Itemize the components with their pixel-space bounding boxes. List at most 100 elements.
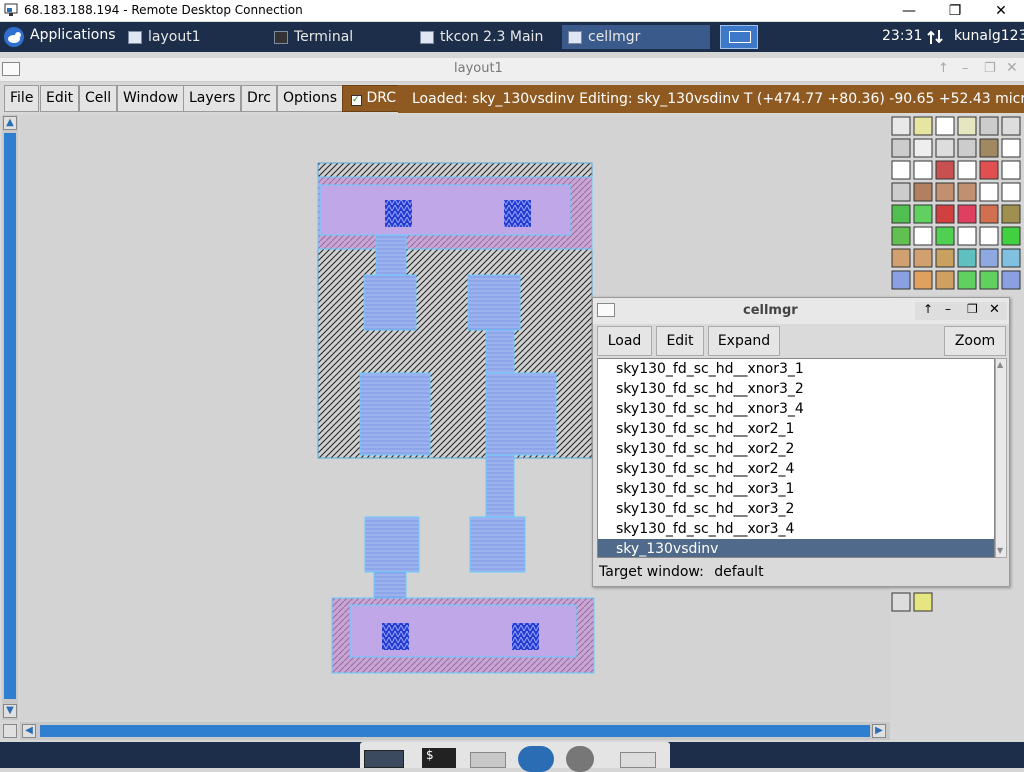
horizontal-scrollbar[interactable]: ◀ ▶ <box>20 722 890 740</box>
appfinder-launcher-icon[interactable] <box>566 746 594 772</box>
menu-options[interactable]: Options <box>277 85 344 112</box>
scroll-thumb[interactable] <box>4 133 16 699</box>
menu-edit[interactable]: Edit <box>40 85 80 112</box>
list-item[interactable]: sky130_fd_sc_hd__xnor3_2 <box>598 379 994 399</box>
window-up-icon[interactable]: ↑ <box>938 61 949 76</box>
task-layout1[interactable]: layout1 <box>122 25 262 49</box>
task-tkcon[interactable]: tkcon 2.3 Main <box>414 25 554 49</box>
user-menu[interactable]: kunalg123 <box>954 28 1024 44</box>
window-icon <box>128 31 142 44</box>
window-close-icon[interactable]: ✕ <box>1006 60 1018 76</box>
drc-label: DRC <box>366 90 397 106</box>
cellmgr-title: cellmgr <box>743 303 798 318</box>
scroll-up-arrow-icon[interactable]: ▲ <box>3 116 17 130</box>
cell-list[interactable]: sky130_fd_sc_hd__xnor3_1 sky130_fd_sc_hd… <box>597 358 995 558</box>
target-label: Target window: <box>599 564 704 580</box>
rdp-close-button[interactable]: ✕ <box>980 0 1022 22</box>
scroll-thumb[interactable] <box>40 725 870 737</box>
li-strip <box>375 234 407 276</box>
list-item[interactable]: sky130_fd_sc_hd__xor3_2 <box>598 499 994 519</box>
terminal-icon <box>274 31 288 44</box>
scroll-right-arrow-icon[interactable]: ▶ <box>872 724 886 738</box>
list-item[interactable]: sky130_fd_sc_hd__xor2_4 <box>598 459 994 479</box>
contact <box>385 200 412 227</box>
show-desktop-icon[interactable] <box>364 750 404 768</box>
workspace-icon <box>729 31 751 43</box>
window-menu-icon[interactable] <box>597 303 615 317</box>
window-controls: ↑ – ❐ ✕ <box>915 302 1007 320</box>
menu-drc[interactable]: Drc <box>241 85 277 112</box>
task-label: cellmgr <box>588 29 641 45</box>
applications-label: Applications <box>30 27 116 43</box>
window-menu-icon[interactable] <box>2 62 20 76</box>
window-close-icon[interactable]: ✕ <box>989 302 1000 317</box>
window-up-icon[interactable]: ↑ <box>923 302 933 316</box>
list-item-selected[interactable]: sky_130vsdinv <box>598 539 994 557</box>
workspace-switcher[interactable] <box>720 25 758 49</box>
terminal-launcher-icon[interactable]: $ <box>422 748 456 768</box>
window-icon <box>568 31 582 44</box>
li-block <box>364 516 420 573</box>
edit-button[interactable]: Edit <box>656 326 704 356</box>
scroll-down-arrow-icon[interactable]: ▼ <box>3 704 17 718</box>
checkbox-icon: ✓ <box>351 95 362 106</box>
menu-cell[interactable]: Cell <box>79 85 118 112</box>
contact <box>504 200 531 227</box>
zoom-button[interactable]: Zoom <box>944 326 1006 356</box>
zoom-box-icon[interactable] <box>3 724 17 738</box>
window-icon <box>420 31 434 44</box>
scroll-down-arrow-icon[interactable]: ▼ <box>997 546 1003 555</box>
list-item[interactable]: sky130_fd_sc_hd__xor2_2 <box>598 439 994 459</box>
task-cellmgr[interactable]: cellmgr <box>562 25 710 49</box>
list-item[interactable]: sky130_fd_sc_hd__xor3_1 <box>598 479 994 499</box>
rdp-icon <box>4 3 18 17</box>
expand-button[interactable]: Expand <box>708 326 780 356</box>
scroll-up-arrow-icon[interactable]: ▲ <box>997 360 1003 369</box>
window-title: layout1 <box>454 61 503 76</box>
task-label: tkcon 2.3 Main <box>440 29 544 45</box>
layout-window-titlebar: layout1 ↑ – ❐ ✕ <box>0 58 1024 82</box>
load-button[interactable]: Load <box>597 326 652 356</box>
menu-file[interactable]: File <box>4 85 40 112</box>
target-window-label: Target window: default <box>599 564 764 580</box>
rdp-maximize-button[interactable]: ❐ <box>934 0 976 22</box>
li-strip <box>485 329 515 376</box>
list-item[interactable]: sky130_fd_sc_hd__xor3_4 <box>598 519 994 539</box>
drc-toggle[interactable]: ✓ DRC <box>342 85 403 112</box>
list-item[interactable]: sky130_fd_sc_hd__xor2_1 <box>598 419 994 439</box>
rdp-title-bar: 68.183.188.194 - Remote Desktop Connecti… <box>0 0 1024 22</box>
files-launcher-icon[interactable] <box>470 752 506 768</box>
contact <box>382 623 409 650</box>
window-maximize-icon[interactable]: ❐ <box>967 302 978 316</box>
cellmgr-window: cellmgr ↑ – ❐ ✕ Load Edit Expand Zoom sk… <box>592 297 1010 587</box>
window-maximize-icon[interactable]: ❐ <box>984 61 996 76</box>
list-item[interactable]: sky130_fd_sc_hd__xnor3_4 <box>598 399 994 419</box>
menu-window[interactable]: Window <box>117 85 185 112</box>
folder-launcher-icon[interactable] <box>620 752 656 768</box>
rdp-minimize-button[interactable]: — <box>888 0 930 22</box>
task-terminal[interactable]: Terminal <box>268 25 408 49</box>
li-block <box>485 372 557 456</box>
network-icon[interactable] <box>926 29 944 45</box>
bottom-dock: $ <box>0 742 1024 772</box>
clock: 23:31 <box>882 28 923 44</box>
li-block <box>359 372 431 456</box>
status-readout: Loaded: sky_130vsdinv Editing: sky_130vs… <box>398 85 1024 113</box>
window-minimize-icon[interactable]: – <box>962 61 969 76</box>
list-item[interactable]: sky130_fd_sc_hd__xnor3_1 <box>598 359 994 379</box>
xfce-mouse-icon <box>4 27 24 47</box>
window-minimize-icon[interactable]: – <box>945 302 951 316</box>
target-value: default <box>714 564 764 580</box>
list-scrollbar[interactable]: ▲ ▼ <box>995 358 1007 558</box>
task-label: Terminal <box>294 29 354 45</box>
browser-launcher-icon[interactable] <box>518 746 554 772</box>
menu-layers[interactable]: Layers <box>183 85 242 112</box>
applications-menu[interactable]: Applications <box>0 22 116 52</box>
scroll-left-arrow-icon[interactable]: ◀ <box>22 724 36 738</box>
vdd-metal <box>319 184 571 236</box>
top-panel: Applications layout1 Terminal tkcon 2.3 … <box>0 22 1024 52</box>
vertical-scrollbar[interactable]: ▲ ▼ <box>2 115 18 720</box>
launcher-bar: $ <box>360 742 670 772</box>
cellmgr-titlebar: cellmgr ↑ – ❐ ✕ <box>593 298 1009 324</box>
contact <box>512 623 539 650</box>
